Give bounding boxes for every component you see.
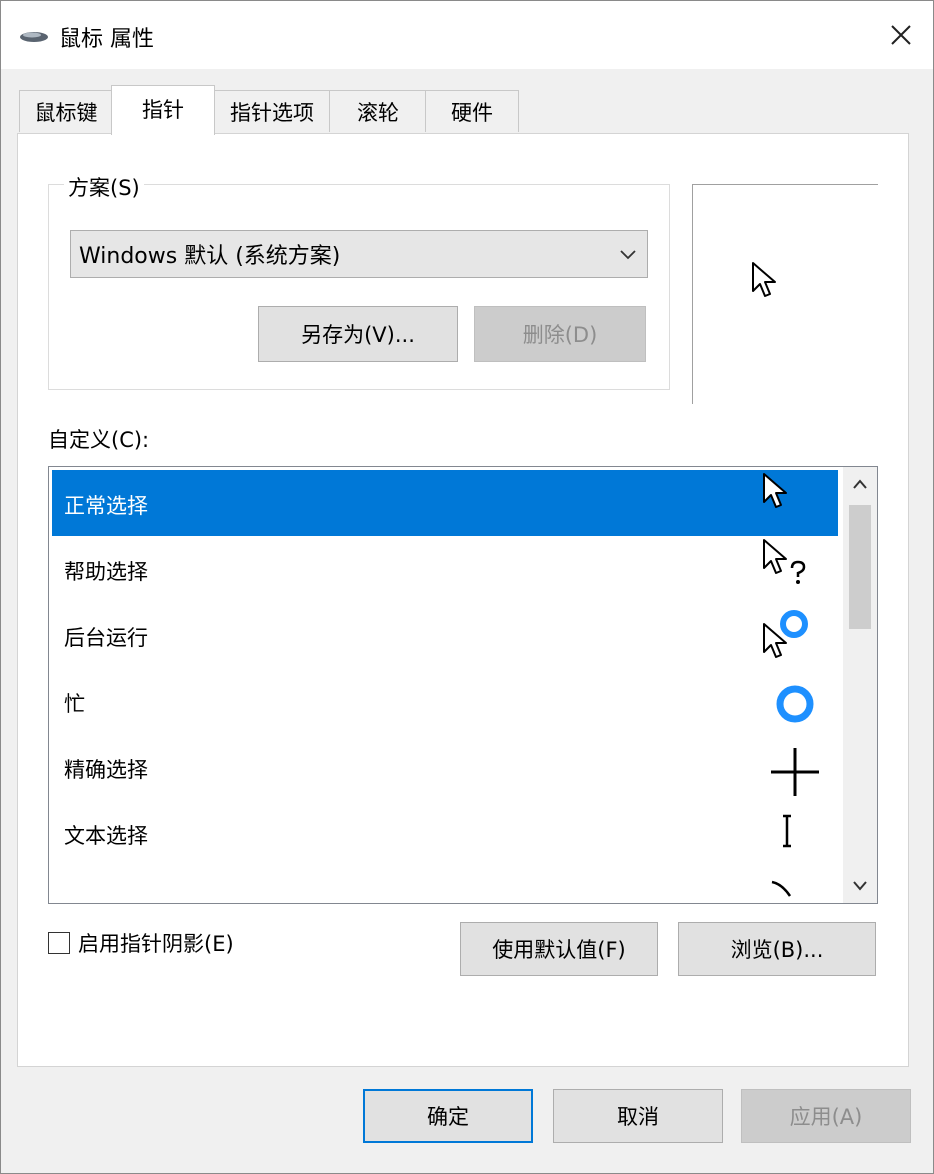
busy-cursor-icon bbox=[776, 685, 814, 723]
cancel-button[interactable]: 取消 bbox=[553, 1089, 723, 1143]
pointer-shadow-checkbox[interactable] bbox=[48, 932, 70, 954]
close-icon bbox=[891, 25, 911, 45]
save-as-button[interactable]: 另存为(V)... bbox=[258, 306, 458, 362]
tab-buttons[interactable]: 鼠标键 bbox=[19, 90, 113, 132]
mouse-icon bbox=[20, 32, 48, 42]
list-item[interactable]: 正常选择 bbox=[52, 470, 838, 536]
scheme-group-label: 方案(S) bbox=[64, 172, 144, 202]
list-item[interactable]: 帮助选择 bbox=[52, 536, 838, 602]
scroll-up-button[interactable] bbox=[843, 467, 877, 501]
use-default-button[interactable]: 使用默认值(F) bbox=[460, 922, 658, 976]
scroll-down-button[interactable] bbox=[843, 869, 877, 903]
help-cursor-icon bbox=[763, 539, 806, 584]
tab-hardware[interactable]: 硬件 bbox=[425, 90, 519, 132]
cursor-preview bbox=[692, 184, 878, 404]
list-item[interactable]: 精确选择 bbox=[52, 734, 838, 800]
pointers-tab-panel: 方案(S) Windows 默认 (系统方案) 另存为(V)... 删除(D) … bbox=[17, 133, 909, 1067]
list-item[interactable]: 文本选择 bbox=[52, 800, 838, 866]
tab-pointer-options[interactable]: 指针选项 bbox=[213, 90, 331, 132]
delete-button[interactable]: 删除(D) bbox=[474, 306, 646, 362]
handwriting-cursor-icon bbox=[771, 880, 792, 897]
crosshair-cursor-icon bbox=[771, 748, 819, 796]
list-item[interactable]: 忙 bbox=[52, 668, 838, 734]
title-bar: 鼠标 属性 bbox=[1, 1, 933, 69]
window-title: 鼠标 属性 bbox=[59, 27, 154, 52]
browse-button[interactable]: 浏览(B)... bbox=[678, 922, 876, 976]
customize-label: 自定义(C): bbox=[48, 428, 150, 452]
apply-button[interactable]: 应用(A) bbox=[741, 1089, 911, 1143]
mouse-properties-dialog: 鼠标 属性 鼠标键 指针 指针选项 滚轮 硬件 方案(S) Windows 默认… bbox=[0, 0, 934, 1174]
tab-wheel[interactable]: 滚轮 bbox=[329, 90, 427, 132]
pointer-shadow-label[interactable]: 启用指针阴影(E) bbox=[78, 928, 234, 958]
chevron-up-icon bbox=[853, 479, 867, 489]
list-item[interactable]: 后台运行 bbox=[52, 602, 838, 668]
scroll-thumb[interactable] bbox=[849, 505, 871, 629]
ok-button[interactable]: 确定 bbox=[363, 1089, 533, 1143]
chevron-down-icon bbox=[620, 250, 636, 260]
close-button[interactable] bbox=[869, 1, 933, 69]
scheme-dropdown[interactable]: Windows 默认 (系统方案) bbox=[70, 230, 648, 278]
cursor-list[interactable]: 正常选择 帮助选择 后台运行 忙 精确选择 文本选择 bbox=[48, 466, 878, 904]
list-item[interactable] bbox=[52, 866, 838, 903]
tab-pointers[interactable]: 指针 bbox=[111, 85, 215, 135]
scheme-selected-value: Windows 默认 (系统方案) bbox=[79, 244, 341, 269]
text-cursor-icon bbox=[783, 814, 791, 848]
arrow-cursor-icon bbox=[752, 262, 776, 297]
list-scrollbar[interactable] bbox=[843, 467, 877, 903]
arrow-cursor-icon bbox=[763, 473, 787, 508]
working-cursor-icon bbox=[763, 610, 808, 658]
chevron-down-icon bbox=[853, 881, 867, 891]
